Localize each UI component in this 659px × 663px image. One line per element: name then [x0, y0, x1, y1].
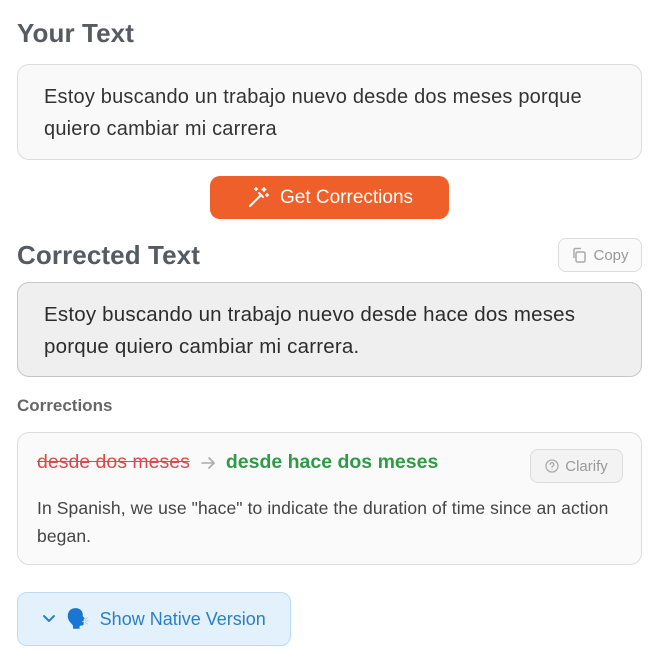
magic-wand-icon — [246, 186, 270, 210]
correction-explanation: In Spanish, we use "hace" to indicate th… — [37, 498, 609, 546]
speaking-head-icon: 🗣️ — [66, 609, 90, 630]
get-corrections-label: Get Corrections — [279, 186, 414, 208]
corrected-phrase: desde hace dos meses — [225, 451, 439, 473]
corrections-label: Corrections — [17, 396, 113, 415]
correction-line: desde dos meses desde hace dos meses — [37, 451, 438, 474]
arrow-right-icon — [200, 456, 216, 470]
copy-icon — [571, 247, 587, 263]
get-corrections-button[interactable]: Get Corrections — [210, 176, 449, 219]
page: Your Text Estoy buscando un trabajo nuev… — [0, 0, 659, 663]
show-native-version-button[interactable]: 🗣️ Show Native Version — [17, 592, 291, 646]
copy-label: Copy — [593, 246, 629, 264]
your-text-title: Your Text — [17, 18, 134, 48]
corrected-text-title: Corrected Text — [17, 240, 200, 270]
text-input[interactable]: Estoy buscando un trabajo nuevo desde do… — [17, 64, 642, 160]
correction-card: desde dos meses desde hace dos meses Cla… — [17, 432, 642, 565]
show-native-version-label: Show Native Version — [99, 608, 266, 629]
copy-button[interactable]: Copy — [558, 238, 642, 272]
question-circle-icon — [545, 459, 559, 473]
original-phrase: desde dos meses — [37, 451, 190, 473]
clarify-button[interactable]: Clarify — [530, 449, 623, 483]
chevron-down-icon — [42, 614, 56, 624]
corrected-text-output: Estoy buscando un trabajo nuevo desde ha… — [17, 282, 642, 377]
clarify-label: Clarify — [565, 457, 608, 475]
